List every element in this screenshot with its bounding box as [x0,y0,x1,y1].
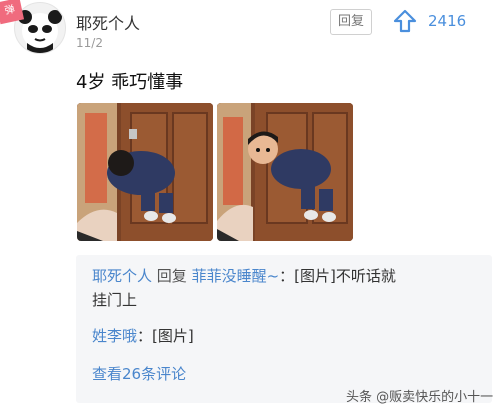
reply-target[interactable]: 菲菲没睡醒~ [192,267,280,285]
replies-panel: 耶死个人 回复 菲菲没睡醒~：[图片]不听话就 挂门上 姓李哦：[图片] 查看2… [76,255,492,403]
like-count: 2416 [428,12,467,30]
comment-text: 4岁 乖巧懂事 [76,72,184,93]
view-more-comments-link[interactable]: 查看26条评论 [92,363,186,385]
reply-author[interactable]: 耶死个人 [92,267,152,285]
reply-author[interactable]: 姓李哦 [92,327,137,345]
comment-date: 11/2 [76,36,103,50]
reply-button[interactable]: 回复 [330,9,372,35]
reply-item: 姓李哦：[图片] [92,325,194,347]
reply-keyword: 回复 [156,267,187,285]
comment-image-1[interactable] [77,103,213,241]
upvote-icon[interactable] [392,8,418,34]
reply-text-continued: 挂门上 [92,291,138,309]
comment-author[interactable]: 耶死个人 [76,10,140,34]
reply-item: 耶死个人 回复 菲菲没睡醒~：[图片]不听话就 [92,265,472,287]
source-watermark: 头条 @贩卖快乐的小十一 [346,390,494,405]
comment-image-2[interactable] [217,103,353,241]
reply-text: ：[图片]不听话就 [279,267,396,285]
reply-text: ：[图片] [137,327,194,345]
panda-avatar-icon [18,10,62,53]
